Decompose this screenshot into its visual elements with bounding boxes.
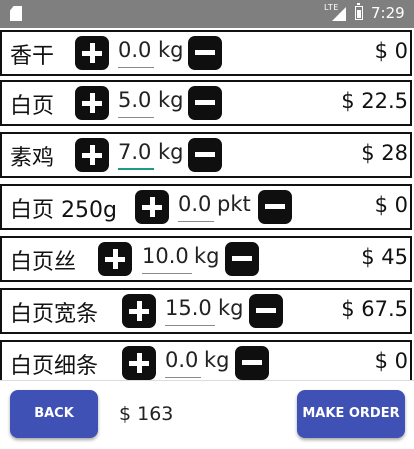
increment-button[interactable] bbox=[122, 294, 156, 328]
increment-button[interactable] bbox=[75, 138, 109, 172]
increment-button[interactable] bbox=[75, 86, 109, 120]
sim-card-icon bbox=[10, 6, 22, 21]
product-row: 白页宽条 15.0 kg $ 67.5 bbox=[0, 288, 412, 334]
quantity-input[interactable]: 0.0 bbox=[118, 38, 154, 68]
network-type: LTE bbox=[324, 3, 339, 12]
product-name: 白页宽条 bbox=[10, 302, 99, 327]
product-name: 素鸡 bbox=[10, 146, 55, 171]
quantity-input[interactable]: 5.0 bbox=[118, 88, 154, 118]
product-name: 香干 bbox=[10, 44, 55, 69]
increment-button[interactable] bbox=[75, 36, 109, 70]
quantity-input[interactable]: 15.0 bbox=[165, 296, 215, 326]
unit-label: kg bbox=[158, 38, 184, 62]
decrement-button[interactable] bbox=[188, 36, 222, 70]
product-row: 白页丝 10.0 kg $ 45 bbox=[0, 236, 412, 282]
back-button[interactable]: BACK bbox=[10, 390, 98, 438]
product-row: 素鸡 7.0 kg $ 28 bbox=[0, 132, 412, 178]
unit-label: kg bbox=[204, 348, 230, 372]
unit-label: kg bbox=[158, 140, 184, 164]
quantity-input[interactable]: 0.0 bbox=[165, 348, 201, 378]
unit-label: pkt bbox=[217, 192, 251, 216]
decrement-button[interactable] bbox=[225, 242, 259, 276]
product-row: 香干 0.0 kg $ 0 bbox=[0, 30, 412, 76]
increment-button[interactable] bbox=[122, 346, 156, 380]
product-name: 白页丝 bbox=[10, 250, 77, 275]
line-price: $ 0 bbox=[374, 39, 408, 63]
quantity-input[interactable]: 10.0 bbox=[142, 244, 192, 274]
line-price: $ 45 bbox=[361, 245, 408, 269]
unit-label: kg bbox=[218, 296, 244, 320]
make-order-button[interactable]: MAKE ORDER bbox=[297, 390, 405, 438]
unit-label: kg bbox=[158, 88, 184, 112]
line-price: $ 28 bbox=[361, 141, 408, 165]
decrement-button[interactable] bbox=[258, 190, 292, 224]
battery-icon bbox=[355, 3, 363, 20]
product-name: 白页 bbox=[10, 94, 55, 119]
decrement-button[interactable] bbox=[235, 346, 269, 380]
increment-button[interactable] bbox=[135, 190, 169, 224]
line-price: $ 0 bbox=[374, 193, 408, 217]
product-row: 白页 5.0 kg $ 22.5 bbox=[0, 80, 412, 126]
line-price: $ 22.5 bbox=[341, 89, 408, 113]
quantity-input[interactable]: 7.0 bbox=[118, 140, 154, 170]
increment-button[interactable] bbox=[98, 242, 132, 276]
order-footer: BACK $ 163 MAKE ORDER bbox=[0, 380, 414, 449]
decrement-button[interactable] bbox=[188, 138, 222, 172]
decrement-button[interactable] bbox=[188, 86, 222, 120]
product-row: 白页 250g 0.0 pkt $ 0 bbox=[0, 184, 412, 230]
product-name: 白页细条 bbox=[10, 354, 99, 379]
status-bar: LTE 7:29 bbox=[0, 0, 414, 28]
product-name: 白页 250g bbox=[10, 198, 117, 223]
product-list[interactable]: 香干 0.0 kg $ 0 白页 5.0 kg $ 22.5 素鸡 7.0 kg… bbox=[0, 28, 414, 380]
line-price: $ 0 bbox=[374, 349, 408, 373]
decrement-button[interactable] bbox=[249, 294, 283, 328]
status-time: 7:29 bbox=[371, 4, 405, 22]
order-total: $ 163 bbox=[119, 403, 174, 425]
unit-label: kg bbox=[194, 244, 220, 268]
line-price: $ 67.5 bbox=[341, 297, 408, 321]
product-row: 白页细条 0.0 kg $ 0 bbox=[0, 340, 412, 380]
quantity-input[interactable]: 0.0 bbox=[178, 192, 214, 222]
